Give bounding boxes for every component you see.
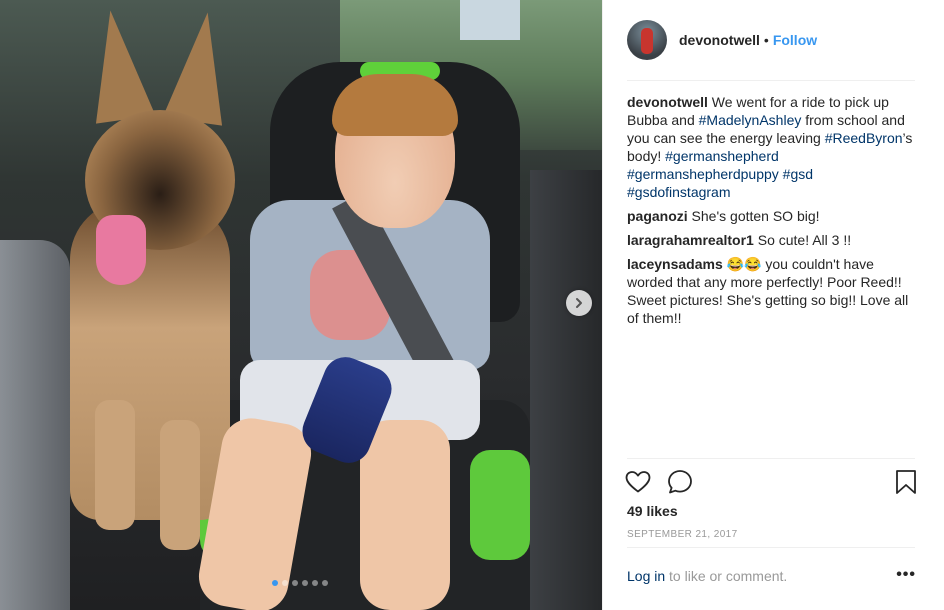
login-suffix: to like or comment. xyxy=(665,568,788,584)
like-button[interactable] xyxy=(623,466,653,498)
comment-username[interactable]: laceynsadams xyxy=(627,256,723,272)
comment-text: So cute! All 3 !! xyxy=(753,232,852,248)
carousel-indicator xyxy=(272,580,328,586)
comment-item: paganozi She's gotten SO big! xyxy=(627,207,919,225)
carousel-dot xyxy=(292,580,298,586)
post-header: devonotwell • Follow xyxy=(603,0,944,80)
action-bar xyxy=(621,466,921,498)
hashtag-link[interactable]: #gsdofinstagram xyxy=(627,184,731,200)
comment-username[interactable]: laragrahamrealtor1 xyxy=(627,232,754,248)
hashtag-link[interactable]: #germanshepherdpuppy xyxy=(627,166,779,182)
login-prompt: Log in to like or comment. xyxy=(627,568,915,584)
post-date: SEPTEMBER 21, 2017 xyxy=(627,529,738,540)
caption: devonotwell We went for a ride to pick u… xyxy=(627,93,919,201)
divider xyxy=(627,80,915,81)
comment-item: laceynsadams 😂😂 you couldn't have worded… xyxy=(627,255,919,327)
avatar[interactable] xyxy=(627,20,667,60)
caption-username[interactable]: devonotwell xyxy=(627,94,708,110)
divider xyxy=(627,458,915,459)
divider xyxy=(627,547,915,548)
carousel-dot xyxy=(282,580,288,586)
post-details-panel: devonotwell • Follow devonotwell We went… xyxy=(602,0,944,610)
carousel-dot xyxy=(272,580,278,586)
hashtag-link[interactable]: #germanshepherd xyxy=(665,148,779,164)
comment-username[interactable]: paganozi xyxy=(627,208,688,224)
login-link[interactable]: Log in xyxy=(627,568,665,584)
hashtag-link[interactable]: #MadelynAshley xyxy=(699,112,802,128)
heart-icon xyxy=(625,471,651,493)
save-button[interactable] xyxy=(891,466,921,498)
carousel-dot xyxy=(322,580,328,586)
comments-list: devonotwell We went for a ride to pick u… xyxy=(627,93,919,333)
follow-button[interactable]: Follow xyxy=(773,32,817,48)
carousel-next-button[interactable] xyxy=(566,290,592,316)
comment-text: She's gotten SO big! xyxy=(687,208,820,224)
post-photo[interactable] xyxy=(0,0,602,610)
like-count[interactable]: 49 likes xyxy=(627,503,678,519)
bookmark-icon xyxy=(896,470,916,494)
chevron-right-icon xyxy=(576,298,582,308)
hashtag-link[interactable]: #gsd xyxy=(783,166,813,182)
carousel-dot xyxy=(312,580,318,586)
hashtag-link[interactable]: #ReedByron xyxy=(825,130,903,146)
header-separator: • xyxy=(763,32,769,48)
comment-bubble-icon xyxy=(668,470,692,494)
comment-button[interactable] xyxy=(665,466,695,498)
header-username[interactable]: devonotwell xyxy=(679,32,760,48)
carousel-dot xyxy=(302,580,308,586)
more-options-icon[interactable]: ••• xyxy=(896,566,916,584)
comment-item: laragrahamrealtor1 So cute! All 3 !! xyxy=(627,231,919,249)
